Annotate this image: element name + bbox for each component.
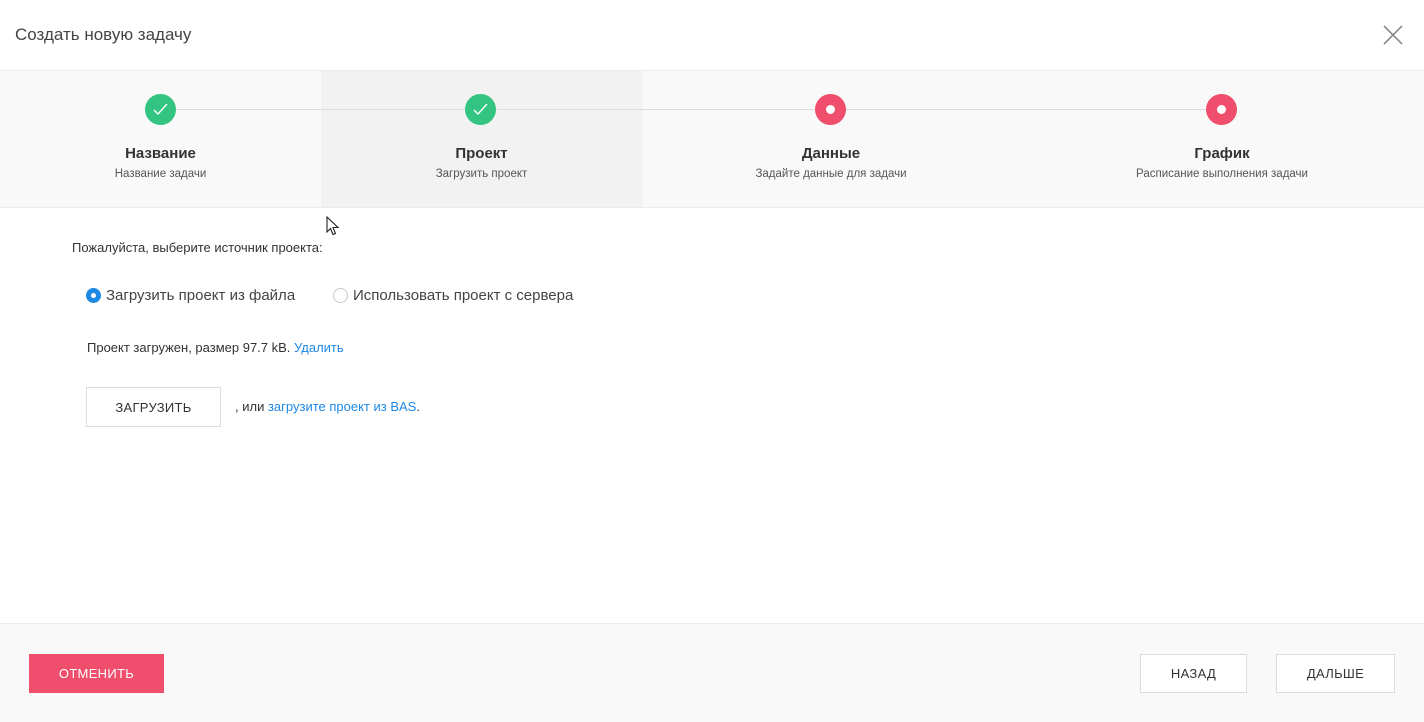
bas-suffix: . [416, 399, 420, 414]
step-schedule[interactable]: График Расписание выполнения задачи [1042, 71, 1402, 207]
step-label: Данные [801, 145, 861, 162]
dialog-footer: ОТМЕНИТЬ НАЗАД ДАЛЬШЕ [0, 623, 1424, 722]
check-icon [145, 94, 176, 125]
step-subtitle: Название задачи [114, 168, 207, 180]
bas-upload-text: , или загрузите проект из BAS. [235, 399, 420, 414]
step-content: Пожалуйста, выберите источник проекта: З… [0, 208, 1424, 623]
back-button[interactable]: НАЗАД [1140, 654, 1247, 693]
step-label: Название [125, 145, 196, 162]
step-subtitle: Задайте данные для задачи [755, 168, 907, 180]
step-data[interactable]: Данные Задайте данные для задачи [661, 71, 1001, 207]
mouse-cursor-icon [326, 216, 340, 236]
stepper: Название Название задачи Проект Загрузит… [0, 71, 1424, 208]
check-icon [465, 94, 496, 125]
close-icon[interactable] [1382, 24, 1404, 46]
step-subtitle: Расписание выполнения задачи [1136, 168, 1308, 180]
dialog-header: Создать новую задачу [0, 0, 1424, 71]
radio-upload-file[interactable]: Загрузить проект из файла [86, 286, 295, 304]
upload-button[interactable]: ЗАГРУЗИТЬ [86, 387, 221, 427]
or-text: , или [235, 399, 265, 414]
delete-link[interactable]: Удалить [294, 340, 344, 355]
radio-label: Использовать проект с сервера [353, 286, 574, 304]
pending-dot-icon [1206, 94, 1237, 125]
cancel-button[interactable]: ОТМЕНИТЬ [29, 654, 164, 693]
radio-selected-icon[interactable] [86, 287, 101, 303]
step-name[interactable]: Название Название задачи [0, 71, 321, 207]
bas-upload-link[interactable]: загрузите проект из BAS [268, 399, 416, 414]
step-subtitle: Загрузить проект [435, 168, 528, 180]
step-label: График [1194, 145, 1250, 162]
radio-unselected-icon[interactable] [333, 287, 348, 303]
source-prompt: Пожалуйста, выберите источник проекта: [72, 240, 323, 255]
radio-label: Загрузить проект из файла [106, 286, 296, 304]
step-label: Проект [455, 145, 508, 162]
upload-status-text: Проект загружен, размер 97.7 kB. [87, 340, 291, 355]
upload-status: Проект загружен, размер 97.7 kB. Удалить [87, 340, 344, 355]
dialog-title: Создать новую задачу [15, 25, 192, 44]
pending-dot-icon [815, 94, 846, 125]
radio-server-project[interactable]: Использовать проект с сервера [333, 286, 573, 304]
next-button[interactable]: ДАЛЬШЕ [1276, 654, 1395, 693]
step-project[interactable]: Проект Загрузить проект [321, 71, 642, 207]
